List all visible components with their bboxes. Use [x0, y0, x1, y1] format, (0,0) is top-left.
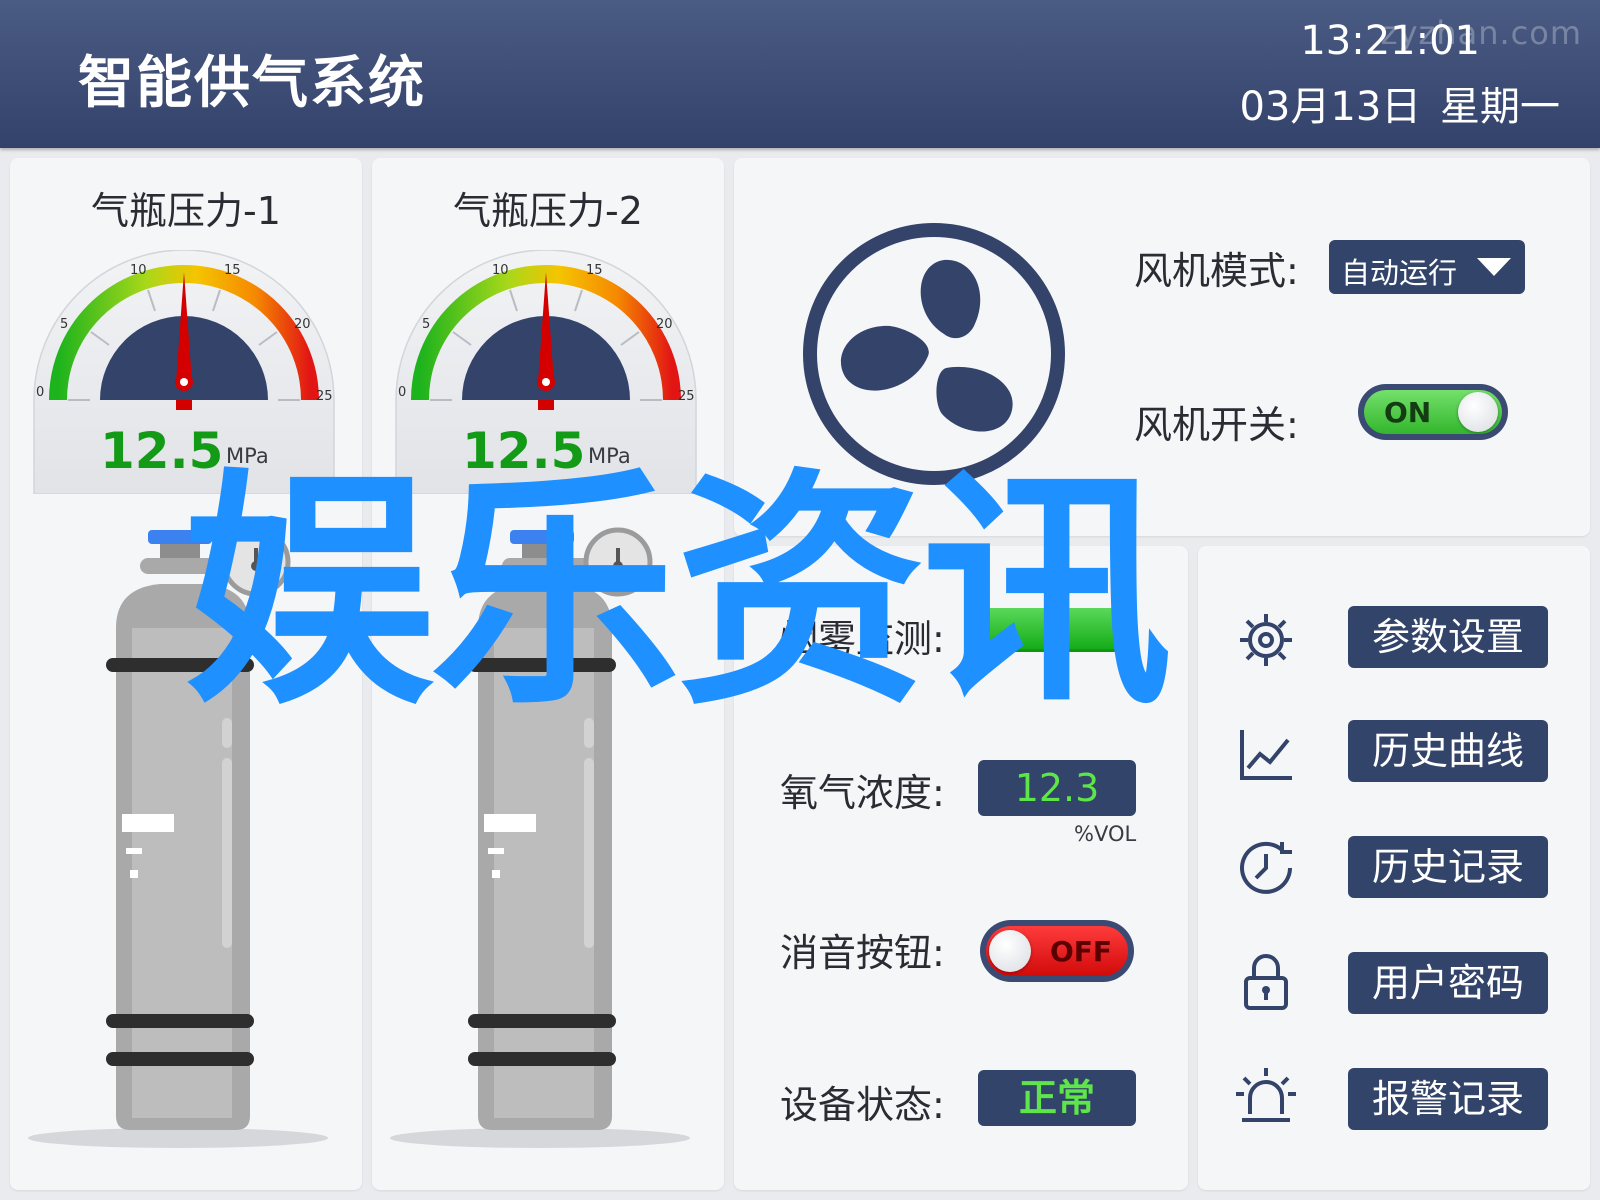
gauge-tick: 0	[36, 385, 44, 400]
menu-button-alarm-log[interactable]: 报警记录	[1348, 1068, 1548, 1130]
menu-button-settings[interactable]: 参数设置	[1348, 606, 1548, 668]
chevron-down-icon	[1477, 258, 1511, 276]
chart-icon	[1240, 730, 1292, 780]
fan-mode-label: 风机模式:	[1134, 249, 1299, 293]
gauge-tick: 5	[422, 317, 430, 332]
mute-toggle[interactable]: OFF	[980, 920, 1134, 982]
gauge-tick: 0	[398, 385, 406, 400]
gauge-tick: 10	[492, 263, 509, 278]
mute-label: 消音按钮:	[780, 931, 945, 975]
oxygen-unit: %VOL	[1074, 822, 1137, 846]
gauge-tick: 20	[294, 317, 311, 332]
menu-button-history-log[interactable]: 历史记录	[1348, 836, 1548, 898]
fan-switch-toggle[interactable]: ON	[1358, 384, 1508, 440]
oxygen-value: 12.3	[978, 760, 1136, 816]
gauge-tick: 25	[316, 389, 333, 404]
status-label: 设备状态:	[780, 1083, 945, 1127]
gauge-tick: 10	[130, 263, 147, 278]
toggle-knob	[1458, 392, 1498, 432]
menu-button-user-password[interactable]: 用户密码	[1348, 952, 1548, 1014]
menu-button-history-curve[interactable]: 历史曲线	[1348, 720, 1548, 782]
gauge-tick: 15	[224, 263, 241, 278]
status-value: 正常	[978, 1070, 1136, 1126]
clock-date: 03月13日 星期一	[1239, 84, 1560, 130]
clock-time: 13:21:01	[1300, 18, 1480, 64]
lock-icon	[1244, 954, 1288, 1010]
menu-panel: 参数设置 历史曲线 历史记录 用户密码 报警记录	[1198, 546, 1590, 1190]
gear-icon	[1240, 614, 1292, 666]
fan-switch-label: 风机开关:	[1134, 403, 1299, 447]
oxygen-label: 氧气浓度:	[780, 771, 945, 815]
fan-mode-value: 自动运行	[1341, 256, 1458, 290]
alarm-icon	[1236, 1068, 1296, 1122]
gauge-title: 气瓶压力-1	[91, 189, 281, 233]
gauge-tick: 20	[656, 317, 673, 332]
app-header: 智能供气系统 zyzhan.com 13:21:01 03月13日 星期一	[0, 0, 1600, 148]
fan-mode-dropdown[interactable]: 自动运行	[1329, 240, 1525, 294]
mute-state: OFF	[1049, 935, 1112, 968]
gauge-title: 气瓶压力-2	[453, 189, 643, 233]
clock-icon	[1240, 841, 1292, 894]
toggle-knob	[989, 930, 1031, 972]
overlay-banner-text: 娱乐资讯	[184, 447, 1172, 738]
app-title: 智能供气系统	[78, 51, 426, 116]
fan-switch-state: ON	[1384, 396, 1432, 429]
gauge-tick: 25	[678, 389, 695, 404]
gauge-tick: 15	[586, 263, 603, 278]
gauge-tick: 5	[60, 317, 68, 332]
